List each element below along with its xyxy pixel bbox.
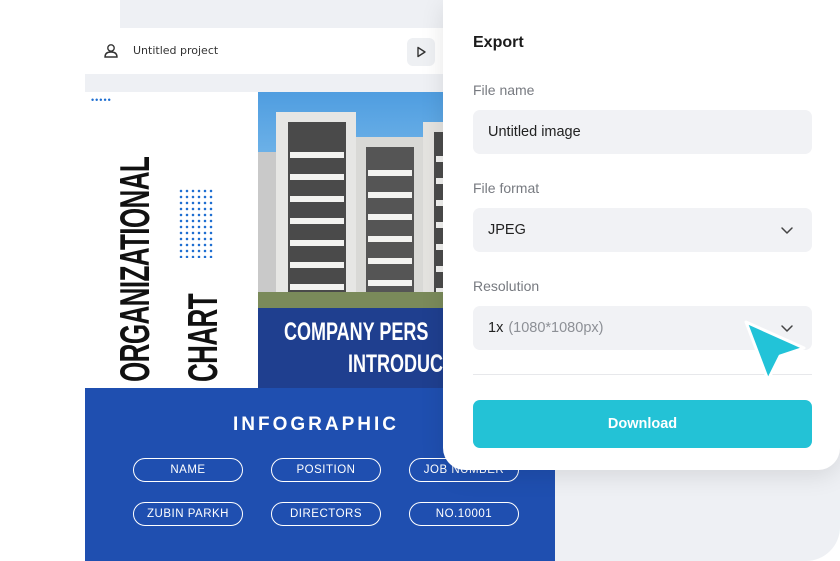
pill-directors: DIRECTORS	[271, 502, 381, 526]
infographic-title: INFOGRAPHIC	[233, 414, 399, 435]
play-icon	[417, 46, 426, 58]
pill-name: NAME	[133, 458, 243, 482]
vertical-title-organizational: ORGANIZATIONAL	[111, 156, 158, 382]
preview-button[interactable]	[407, 38, 435, 66]
file-format-label: File format	[473, 180, 540, 196]
decor-dot-grid	[178, 188, 214, 258]
export-title: Export	[473, 34, 524, 51]
pill-person-name: ZUBIN PARKH	[133, 502, 243, 526]
mouse-cursor-icon	[744, 320, 806, 382]
resolution-value: 1x	[488, 320, 504, 336]
band-text-line1: COMPANY PERS	[284, 318, 429, 346]
band-text-line2: INTRODUCT	[348, 350, 454, 378]
file-name-input[interactable]: Untitled image	[473, 110, 812, 154]
file-format-select[interactable]: JPEG	[473, 208, 812, 252]
download-button[interactable]: Download	[473, 400, 812, 448]
pill-number: NO.10001	[409, 502, 519, 526]
export-panel: Export File name Untitled image File for…	[443, 0, 840, 470]
file-name-label: File name	[473, 82, 535, 98]
cloud-user-icon[interactable]	[102, 42, 120, 60]
file-format-value: JPEG	[488, 222, 526, 238]
pill-position: POSITION	[271, 458, 381, 482]
project-title[interactable]: Untitled project	[133, 44, 218, 57]
chevron-down-icon	[781, 227, 793, 234]
decor-dots: •••••	[91, 95, 112, 105]
resolution-label: Resolution	[473, 278, 540, 294]
vertical-title-chart: CHART	[179, 293, 226, 382]
resolution-detail: (1080*1080px)	[508, 320, 604, 336]
file-name-value: Untitled image	[488, 124, 581, 140]
